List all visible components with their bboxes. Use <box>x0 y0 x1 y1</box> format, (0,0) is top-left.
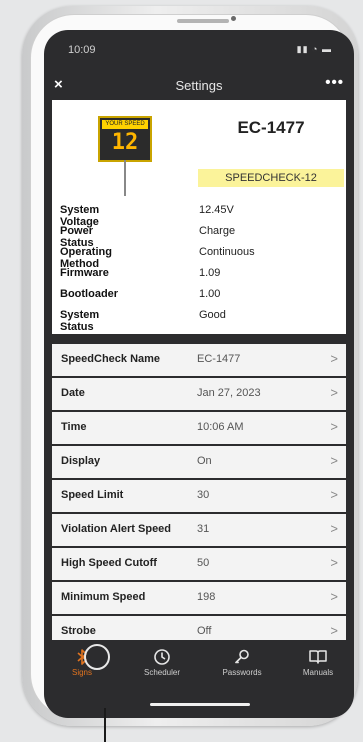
nav-bar: × Settings ••• <box>44 70 354 100</box>
setting-label: High Speed Cutoff <box>61 557 157 569</box>
tab-passwords[interactable]: Passwords <box>210 640 274 688</box>
setting-row-speedcheck-name[interactable]: SpeedCheck Name EC-1477 > <box>52 344 346 376</box>
setting-row-date[interactable]: Date Jan 27, 2023 > <box>52 378 346 410</box>
chevron-right-icon: > <box>330 589 338 604</box>
tab-label: Manuals <box>302 668 334 677</box>
setting-row-minimum-speed[interactable]: Minimum Speed 198 > <box>52 582 346 614</box>
setting-row-speed-limit[interactable]: Speed Limit 30 > <box>52 480 346 512</box>
chevron-right-icon: > <box>330 487 338 502</box>
setting-row-violation-alert-speed[interactable]: Violation Alert Speed 31 > <box>52 514 346 546</box>
front-camera <box>231 16 236 21</box>
setting-row-high-speed-cutoff[interactable]: High Speed Cutoff 50 > <box>52 548 346 580</box>
sign-pole <box>124 160 126 196</box>
tab-scheduler[interactable]: Scheduler <box>130 640 194 688</box>
status-time: 10:09 <box>68 44 96 56</box>
chevron-right-icon: > <box>330 521 338 536</box>
tab-label: Scheduler <box>143 668 181 677</box>
info-label: Firmware <box>60 267 109 279</box>
sign-digits: 12 <box>111 130 139 155</box>
tab-label: Signs <box>71 668 92 677</box>
setting-label: SpeedCheck Name <box>61 353 161 365</box>
setting-value: EC-1477 <box>197 353 241 365</box>
signal-wifi-battery-icon: ▮▮ ◔ ▬ <box>296 44 332 54</box>
setting-label: Date <box>61 387 85 399</box>
info-value: Charge <box>199 225 236 237</box>
chevron-right-icon: > <box>330 555 338 570</box>
setting-label: Display <box>61 455 101 467</box>
setting-label: Minimum Speed <box>61 591 146 603</box>
setting-label: Speed Limit <box>61 489 124 501</box>
earpiece-speaker <box>177 19 229 23</box>
setting-value: 50 <box>197 557 210 569</box>
chevron-right-icon: > <box>330 351 338 366</box>
setting-value: On <box>197 455 212 467</box>
setting-value: 30 <box>197 489 210 501</box>
info-value: 1.00 <box>199 288 221 300</box>
info-label: System Status <box>60 309 100 333</box>
tab-label: Passwords <box>222 668 262 677</box>
chevron-right-icon: > <box>330 623 338 638</box>
book-icon <box>309 650 327 664</box>
page-title: Settings <box>175 78 223 93</box>
setting-label: Strobe <box>61 625 96 637</box>
app-screen: 10:09 ▮▮ ◔ ▬ × Settings ••• YOUR SPEED 1… <box>44 30 354 718</box>
chevron-right-icon: > <box>330 453 338 468</box>
setting-value: 31 <box>197 523 210 535</box>
touch-indicator <box>84 644 110 670</box>
settings-list: SpeedCheck Name EC-1477 > Date Jan 27, 2023… <box>52 344 346 650</box>
setting-row-display[interactable]: Display On > <box>52 446 346 478</box>
clock-icon <box>154 649 170 665</box>
setting-label: Violation Alert Speed <box>61 523 172 535</box>
setting-label: Time <box>61 421 87 433</box>
chevron-right-icon: > <box>330 385 338 400</box>
setting-row-time[interactable]: Time 10:06 AM > <box>52 412 346 444</box>
speed-sign-image: YOUR SPEED 12 <box>98 116 152 162</box>
info-value: 12.45V <box>199 204 234 216</box>
status-bar: 10:09 ▮▮ ◔ ▬ <box>44 30 354 70</box>
home-indicator <box>150 703 250 706</box>
device-model-badge: SPEEDCHECK-12 <box>198 169 344 187</box>
device-name: EC-1477 <box>237 118 305 137</box>
info-value: 1.09 <box>199 267 221 279</box>
more-options-icon[interactable]: ••• <box>325 74 344 91</box>
device-info-card: YOUR SPEED 12 EC-1477 SPEEDCHECK-12 Syst… <box>52 100 346 334</box>
info-value: Good <box>199 309 226 321</box>
chevron-right-icon: > <box>330 419 338 434</box>
info-label: Bootloader <box>60 288 119 300</box>
key-icon <box>234 649 249 664</box>
sign-header: YOUR SPEED <box>102 120 148 129</box>
setting-value: Jan 27, 2023 <box>197 387 261 399</box>
setting-value: 198 <box>197 591 216 603</box>
pointer-line <box>104 708 106 742</box>
tab-manuals[interactable]: Manuals <box>286 640 350 688</box>
info-value: Continuous <box>199 246 255 258</box>
setting-value: 10:06 AM <box>197 421 244 433</box>
setting-value: Off <box>197 625 212 637</box>
